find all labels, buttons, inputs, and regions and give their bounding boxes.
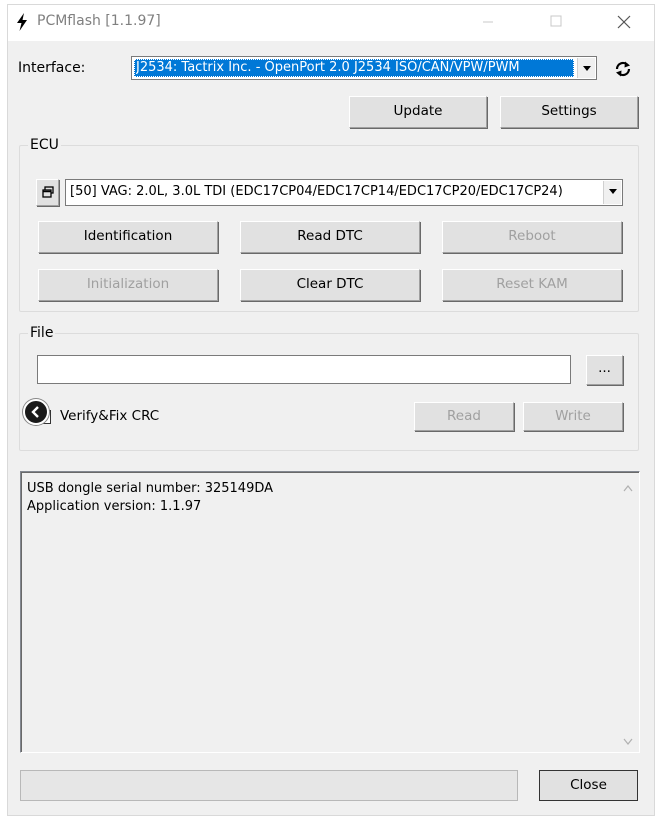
- scroll-down-icon[interactable]: [623, 738, 633, 746]
- minimize-button[interactable]: [466, 5, 512, 39]
- window-title: PCMflash [1.1.97]: [37, 13, 161, 29]
- app-window: PCMflash [1.1.97] Interface: J2534: Tact…: [7, 4, 655, 816]
- minimize-icon: [483, 21, 493, 23]
- chevron-down-icon[interactable]: [603, 181, 621, 204]
- close-window-button[interactable]: [601, 5, 647, 39]
- update-button[interactable]: Update: [349, 96, 487, 128]
- interface-label: Interface:: [18, 60, 86, 76]
- file-group-title: File: [28, 325, 56, 341]
- back-nav-button[interactable]: [23, 399, 49, 425]
- close-icon: [617, 15, 631, 29]
- ecu-group-title: ECU: [28, 137, 61, 153]
- refresh-icon[interactable]: [614, 60, 632, 78]
- interface-select[interactable]: J2534: Tactrix Inc. - OpenPort 2.0 J2534…: [131, 56, 597, 80]
- log-line: Application version: 1.1.97: [27, 499, 202, 514]
- reset-kam-button[interactable]: Reset KAM: [442, 269, 622, 301]
- ecu-select-value: [50] VAG: 2.0L, 3.0L TDI (EDC17CP04/EDC1…: [70, 184, 563, 199]
- file-path-input[interactable]: [37, 355, 571, 384]
- identification-button[interactable]: Identification: [38, 221, 218, 253]
- ecu-window-button[interactable]: [36, 179, 59, 206]
- maximize-button[interactable]: [534, 5, 580, 39]
- maximize-icon: [550, 15, 562, 27]
- window-restore-icon: [41, 186, 54, 198]
- clear-dtc-button[interactable]: Clear DTC: [240, 269, 420, 301]
- scroll-up-icon[interactable]: [623, 484, 633, 492]
- initialization-button[interactable]: Initialization: [38, 269, 218, 301]
- write-button[interactable]: Write: [523, 402, 623, 431]
- interface-select-value: J2534: Tactrix Inc. - OpenPort 2.0 J2534…: [136, 60, 520, 75]
- browse-button[interactable]: ...: [586, 355, 623, 385]
- verify-crc-label: Verify&Fix CRC: [60, 408, 160, 424]
- lightning-icon: [17, 13, 27, 31]
- read-button[interactable]: Read: [414, 402, 514, 431]
- read-dtc-button[interactable]: Read DTC: [240, 221, 420, 253]
- ecu-group: ECU [50] VAG: 2.0L, 3.0L TDI (EDC17CP04/…: [19, 137, 639, 312]
- log-output[interactable]: USB dongle serial number: 325149DA Appli…: [20, 471, 640, 753]
- ecu-select[interactable]: [50] VAG: 2.0L, 3.0L TDI (EDC17CP04/EDC1…: [65, 179, 623, 206]
- title-bar[interactable]: PCMflash [1.1.97]: [8, 5, 654, 41]
- chevron-down-icon[interactable]: [577, 58, 595, 78]
- close-button[interactable]: Close: [539, 770, 638, 801]
- chevron-left-icon: [31, 406, 39, 418]
- settings-button[interactable]: Settings: [500, 96, 638, 128]
- log-line: USB dongle serial number: 325149DA: [27, 481, 274, 496]
- reboot-button[interactable]: Reboot: [442, 221, 622, 253]
- file-group: File ... Verify&Fix CRC Read Write: [19, 325, 639, 451]
- status-bar: [20, 770, 518, 801]
